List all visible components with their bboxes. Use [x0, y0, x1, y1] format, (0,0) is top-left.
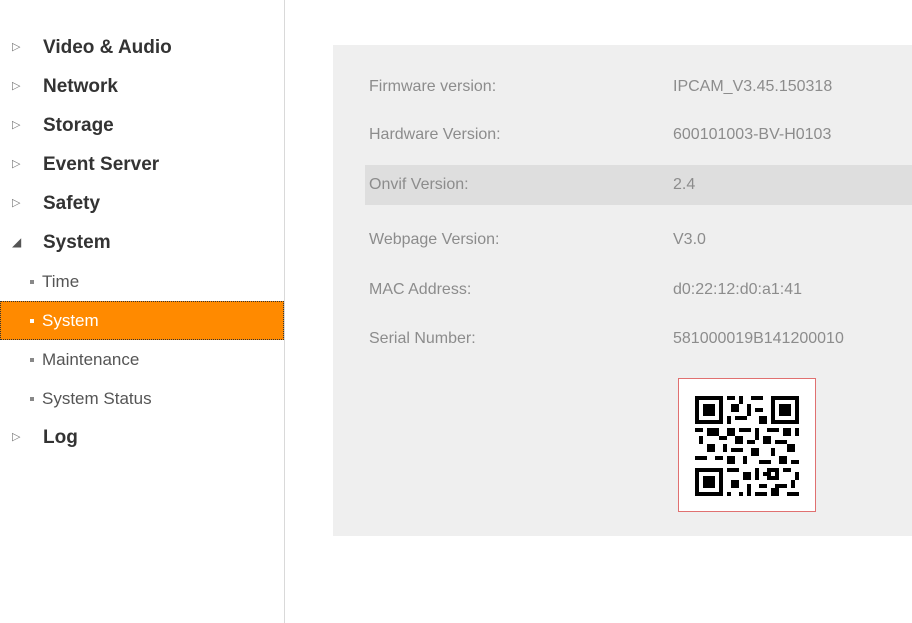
info-value: 2.4	[673, 176, 696, 193]
bullet-icon	[30, 319, 34, 323]
triangle-right-icon: ▷	[12, 80, 21, 92]
info-label: Firmware version:	[369, 78, 497, 95]
sidebar-item-video-audio[interactable]: ▷ Video & Audio	[0, 28, 284, 67]
sidebar-item-label: Safety	[43, 193, 101, 214]
triangle-right-icon: ▷	[12, 197, 21, 209]
info-row-hardware: Hardware Version: 600101003-BV-H0103	[365, 115, 912, 155]
triangle-right-icon: ▷	[12, 119, 21, 131]
info-value: 600101003-BV-H0103	[673, 126, 832, 143]
sidebar-subitem-system[interactable]: System	[0, 301, 284, 340]
sidebar-item-label: Storage	[43, 115, 114, 136]
bullet-icon	[30, 397, 34, 401]
triangle-right-icon: ▷	[12, 158, 21, 170]
sidebar-divider	[284, 0, 285, 623]
info-label: Hardware Version:	[369, 126, 501, 143]
info-row-onvif: Onvif Version: 2.4	[365, 165, 912, 205]
sidebar-subitem-label: System	[42, 311, 99, 330]
sidebar-subitem-system-status[interactable]: System Status	[0, 379, 284, 418]
sidebar-item-label: Network	[43, 76, 118, 97]
sidebar-item-safety[interactable]: ▷ Safety	[0, 184, 284, 223]
info-row-webpage: Webpage Version: V3.0	[365, 220, 912, 260]
sidebar: ▷ Video & Audio ▷ Network ▷ Storage ▷ Ev…	[0, 0, 284, 623]
sidebar-subitem-maintenance[interactable]: Maintenance	[0, 340, 284, 379]
sidebar-menu: ▷ Video & Audio ▷ Network ▷ Storage ▷ Ev…	[0, 28, 284, 457]
triangle-right-icon: ▷	[12, 431, 21, 443]
qr-code-icon	[695, 396, 799, 496]
info-value: IPCAM_V3.45.150318	[673, 78, 833, 95]
sidebar-subitem-label: Time	[42, 272, 80, 291]
qr-code	[678, 378, 816, 512]
sidebar-item-system[interactable]: ◢ System	[0, 223, 284, 262]
system-info-panel: Firmware version: IPCAM_V3.45.150318 Har…	[333, 45, 912, 536]
info-label: Onvif Version:	[369, 176, 469, 193]
info-label: MAC Address:	[369, 281, 472, 298]
bullet-icon	[30, 358, 34, 362]
sidebar-subitem-label: Maintenance	[42, 350, 140, 369]
sidebar-item-storage[interactable]: ▷ Storage	[0, 106, 284, 145]
sidebar-item-label: Video & Audio	[43, 37, 172, 58]
info-label: Serial Number:	[369, 330, 476, 347]
triangle-right-icon: ▷	[12, 41, 21, 53]
info-label: Webpage Version:	[369, 231, 500, 248]
info-row-firmware: Firmware version: IPCAM_V3.45.150318	[365, 67, 912, 107]
sidebar-item-log[interactable]: ▷ Log	[0, 418, 284, 457]
info-value: 581000019B141200010	[673, 330, 844, 347]
sidebar-item-label: System	[43, 232, 111, 253]
sidebar-item-label: Event Server	[43, 154, 160, 175]
triangle-expanded-icon: ◢	[12, 235, 22, 249]
sidebar-item-event-server[interactable]: ▷ Event Server	[0, 145, 284, 184]
info-row-serial: Serial Number: 581000019B141200010	[365, 319, 912, 359]
info-value: V3.0	[673, 231, 706, 248]
sidebar-subitem-time[interactable]: Time	[0, 262, 284, 301]
sidebar-item-label: Log	[43, 427, 78, 448]
info-row-mac: MAC Address: d0:22:12:d0:a1:41	[365, 270, 912, 310]
info-value: d0:22:12:d0:a1:41	[673, 281, 803, 298]
sidebar-item-network[interactable]: ▷ Network	[0, 67, 284, 106]
bullet-icon	[30, 280, 34, 284]
sidebar-subitem-label: System Status	[42, 389, 152, 408]
